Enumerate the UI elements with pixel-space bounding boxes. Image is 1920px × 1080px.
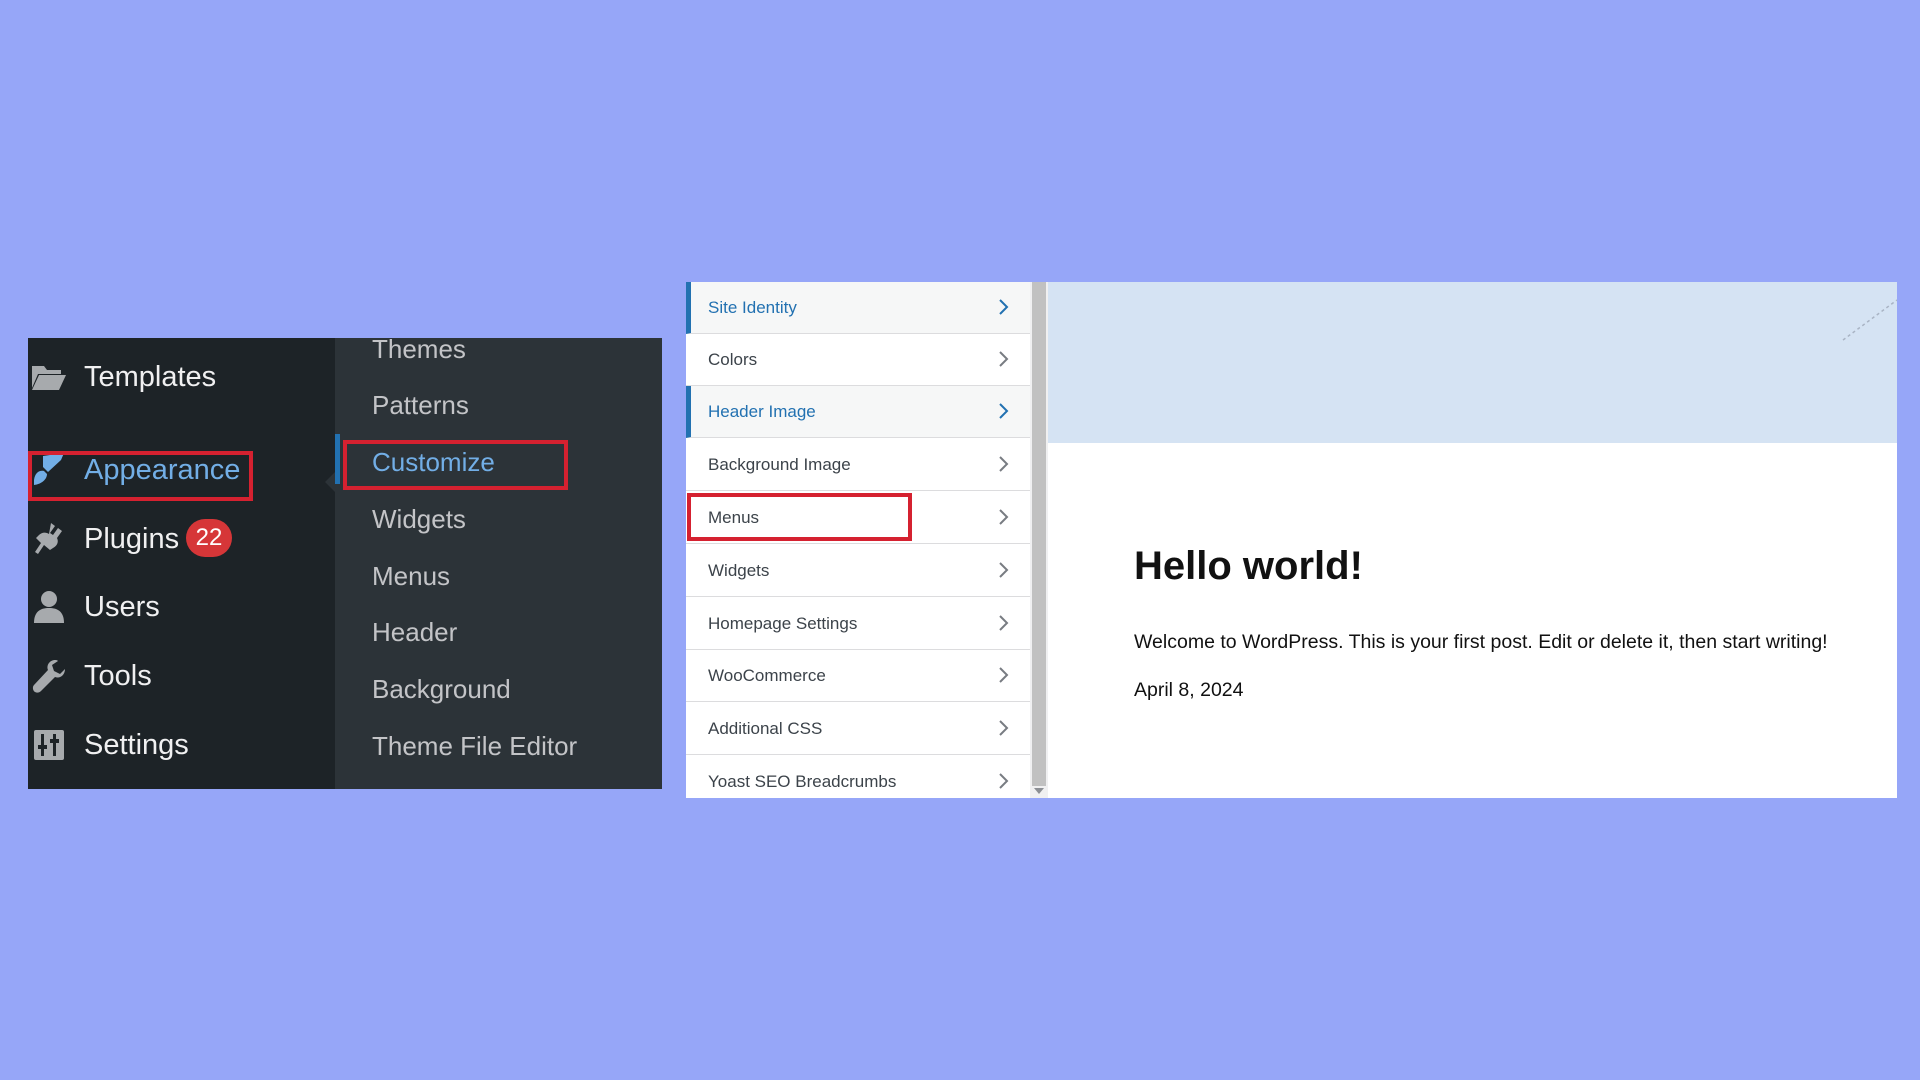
panel-label: Homepage Settings	[708, 613, 858, 633]
menu-item-label: Tools	[84, 659, 152, 692]
menu-item-plugins[interactable]: Plugins 22	[28, 511, 335, 567]
chevron-right-icon	[999, 667, 1009, 683]
chevron-right-icon	[999, 403, 1009, 419]
highlight-box-customize	[343, 440, 568, 490]
panel-header-image[interactable]: Header Image	[686, 386, 1030, 438]
panel-woocommerce[interactable]: WooCommerce	[686, 650, 1030, 702]
chevron-right-icon	[999, 509, 1009, 525]
folder-icon	[31, 359, 67, 395]
customizer-window: Site Identity Colors Header Image Backgr…	[686, 282, 1897, 798]
panel-label: Widgets	[708, 560, 770, 580]
menu-item-tools[interactable]: Tools	[28, 648, 335, 704]
highlight-box-appearance	[28, 451, 253, 501]
menu-item-templates[interactable]: Templates	[28, 349, 335, 405]
menu-item-settings[interactable]: Settings	[28, 717, 335, 773]
current-item-indicator	[335, 434, 340, 484]
highlight-box-menus	[687, 493, 912, 541]
panel-label: Additional CSS	[708, 718, 823, 738]
user-icon	[31, 589, 67, 625]
plugin-icon	[31, 521, 67, 557]
customizer-panel-list: Site Identity Colors Header Image Backgr…	[686, 282, 1030, 798]
panel-widgets[interactable]: Widgets	[686, 545, 1030, 597]
menu-item-label: Templates	[84, 360, 217, 393]
post-date: April 8, 2024	[1134, 679, 1244, 701]
chevron-right-icon	[999, 615, 1009, 631]
panel-homepage-settings[interactable]: Homepage Settings	[686, 598, 1030, 650]
panel-site-identity[interactable]: Site Identity	[686, 282, 1030, 334]
post-excerpt: Welcome to WordPress. This is your first…	[1134, 631, 1828, 653]
submenu-item-themes[interactable]: Themes	[372, 338, 466, 365]
submenu-item-background[interactable]: Background	[372, 674, 511, 705]
panel-label: WooCommerce	[708, 665, 826, 685]
wp-admin-sidebar: Templates Appearance Plugins 22 Users To…	[28, 338, 662, 789]
chevron-right-icon	[999, 720, 1009, 736]
menu-item-label: Settings	[84, 728, 189, 761]
settings-icon	[31, 727, 67, 763]
menu-item-label: Plugins	[84, 522, 180, 555]
scroll-down-arrow-icon[interactable]	[1034, 788, 1044, 794]
panel-additional-css[interactable]: Additional CSS	[686, 703, 1030, 755]
scrollbar-thumb[interactable]	[1032, 282, 1046, 786]
panel-label: Background Image	[708, 454, 851, 474]
submenu-item-menus[interactable]: Menus	[372, 561, 450, 592]
update-count-badge: 22	[186, 519, 232, 557]
wrench-icon	[31, 658, 67, 694]
submenu-item-header[interactable]: Header	[372, 617, 457, 648]
chevron-right-icon	[999, 299, 1009, 315]
chevron-right-icon	[999, 773, 1009, 789]
panel-label: Colors	[708, 349, 758, 369]
decorative-line	[1842, 299, 1897, 341]
panel-background-image[interactable]: Background Image	[686, 439, 1030, 491]
appearance-submenu: Themes Patterns Customize Widgets Menus …	[335, 338, 662, 789]
header-image-area	[1048, 282, 1897, 443]
admin-menu: Templates Appearance Plugins 22 Users To…	[28, 338, 335, 789]
site-preview: Hello world! Welcome to WordPress. This …	[1048, 282, 1897, 798]
chevron-right-icon	[999, 456, 1009, 472]
panel-yoast-seo-breadcrumbs[interactable]: Yoast SEO Breadcrumbs	[686, 756, 1030, 798]
chevron-right-icon	[999, 562, 1009, 578]
post-title[interactable]: Hello world!	[1134, 544, 1363, 589]
panel-label: Site Identity	[708, 297, 797, 317]
submenu-item-patterns[interactable]: Patterns	[372, 390, 469, 421]
panel-colors[interactable]: Colors	[686, 334, 1030, 386]
menu-item-label: Users	[84, 590, 160, 623]
submenu-item-widgets[interactable]: Widgets	[372, 504, 466, 535]
menu-item-users[interactable]: Users	[28, 579, 335, 635]
chevron-right-icon	[999, 351, 1009, 367]
panel-label: Header Image	[708, 401, 816, 421]
panel-label: Yoast SEO Breadcrumbs	[708, 772, 897, 791]
submenu-item-theme-file-editor[interactable]: Theme File Editor	[372, 731, 577, 762]
